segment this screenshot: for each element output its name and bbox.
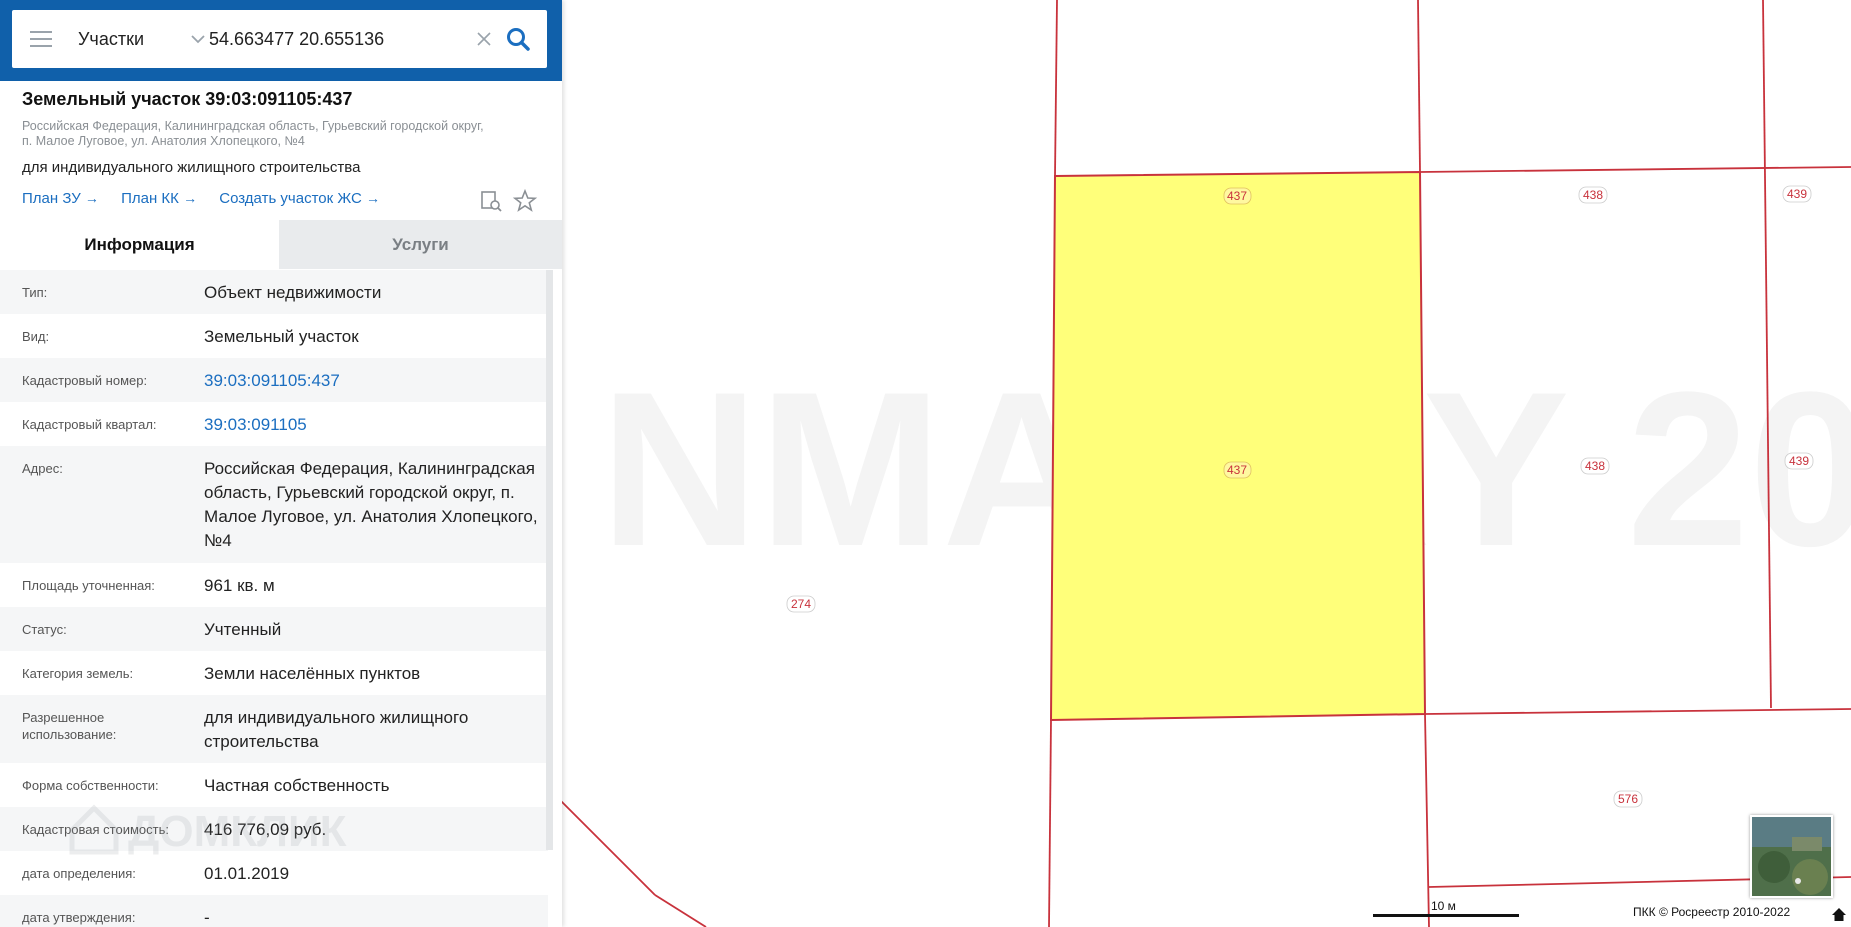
detail-value: Объект недвижимости — [204, 283, 382, 302]
document-search-icon[interactable] — [478, 188, 504, 214]
detail-key: Вид: — [22, 329, 50, 344]
map-copyright: ПКК © Росреестр 2010-2022 — [1633, 905, 1791, 919]
detail-key: Кадастровый квартал: — [22, 417, 157, 432]
parcel-label-437-center: 437 — [1223, 461, 1252, 479]
parcel-label-439-top: 439 — [1782, 185, 1812, 203]
plan-kk-link[interactable]: План КК → — [121, 190, 197, 207]
satellite-thumbnail-icon — [1752, 817, 1831, 896]
parcel-label-438-center: 438 — [1580, 457, 1610, 475]
parcel-label-438-top: 438 — [1578, 186, 1608, 204]
svg-text:576: 576 — [1618, 792, 1638, 806]
create-zs-link[interactable]: Создать участок ЖС → — [219, 190, 380, 207]
detail-value: 01.01.2019 — [204, 864, 290, 883]
panel-scrollbar[interactable] — [546, 270, 553, 850]
svg-text:437: 437 — [1227, 463, 1247, 477]
tab-services[interactable]: Услуги — [279, 220, 562, 269]
detail-value: Российская Федерация, Калининградская об… — [204, 459, 538, 550]
parcel-label-439-center: 439 — [1784, 452, 1814, 470]
parcel-label-274: 274 — [786, 595, 816, 613]
detail-key: Площадь уточненная: — [22, 578, 155, 593]
svg-text:439: 439 — [1789, 454, 1809, 468]
svg-text:437: 437 — [1227, 189, 1247, 203]
detail-value: для индивидуального жилищного строительс… — [204, 708, 469, 751]
object-use: для индивидуального жилищного строительс… — [22, 159, 361, 176]
satellite-minimap-button[interactable] — [1750, 815, 1833, 898]
selected-parcel[interactable] — [1049, 170, 1427, 722]
detail-value: - — [204, 908, 210, 927]
plan-kk-label: План КК — [121, 190, 179, 207]
parcel-label-576: 576 — [1613, 790, 1643, 808]
home-icon[interactable] — [1831, 906, 1847, 922]
chevron-down-icon — [191, 35, 205, 44]
detail-row-permitted-use: Разрешенное использование: для индивидуа… — [0, 695, 548, 763]
detail-row-kind: Вид: Земельный участок — [0, 314, 548, 358]
clear-icon[interactable] — [474, 29, 494, 49]
detail-key: Адрес: — [22, 461, 63, 476]
object-address-line1: Российская Федерация, Калининградская об… — [22, 119, 484, 133]
star-icon[interactable] — [512, 188, 538, 214]
detail-row-cad-num: Кадастровый номер: 39:03:091105:437 — [0, 358, 548, 402]
svg-text:439: 439 — [1787, 187, 1807, 201]
search-bar: Участки 54.663477 20.655136 — [0, 0, 562, 81]
detail-row-type: Тип: Объект недвижимости — [0, 270, 548, 314]
object-address-line2: п. Малое Луговое, ул. Анатолия Хлопецког… — [22, 134, 305, 148]
layer-dropdown[interactable]: Участки — [78, 27, 213, 51]
detail-key: дата утверждения: — [22, 910, 136, 925]
detail-key: Тип: — [22, 285, 48, 300]
parcel-label-437-top: 437 — [1223, 187, 1252, 205]
search-input[interactable]: 54.663477 20.655136 — [209, 27, 384, 51]
info-panel: Участки 54.663477 20.655136 Земельный уч… — [0, 0, 562, 927]
detail-row-area: Площадь уточненная: 961 кв. м — [0, 563, 548, 607]
detail-key: Разрешенное использование: — [22, 710, 117, 742]
detail-key: Кадастровый номер: — [22, 373, 148, 388]
plan-zu-link[interactable]: План ЗУ → — [22, 190, 99, 207]
detail-value: Учтенный — [204, 620, 282, 639]
svg-text:ДОМКЛИК: ДОМКЛИК — [128, 807, 347, 856]
svg-text:438: 438 — [1583, 188, 1603, 202]
detail-row-category: Категория земель: Земли населённых пункт… — [0, 651, 548, 695]
detail-value: Земли населённых пунктов — [204, 664, 421, 683]
search-box: Участки 54.663477 20.655136 — [12, 10, 547, 68]
object-title: Земельный участок 39:03:091105:437 — [22, 89, 353, 109]
plan-zu-label: План ЗУ — [22, 190, 81, 207]
cadastral-block-link[interactable]: 39:03:091105 — [204, 413, 539, 437]
svg-text:274: 274 — [791, 597, 811, 611]
panel-tabs: Информация Услуги — [0, 220, 562, 269]
menu-icon[interactable] — [30, 31, 52, 47]
detail-value: 961 кв. м — [204, 576, 275, 595]
arrow-right-icon: → — [84, 190, 99, 206]
cadastral-number-link[interactable]: 39:03:091105:437 — [204, 369, 539, 393]
arrow-right-icon: → — [183, 190, 198, 206]
arrow-right-icon: → — [366, 190, 381, 206]
create-zs-label: Создать участок ЖС — [219, 190, 362, 207]
object-address: Российская Федерация, Калининградская об… — [22, 119, 542, 149]
detail-row-address: Адрес: Российская Федерация, Калининград… — [0, 446, 548, 563]
detail-row-date-approved: дата утверждения: - — [0, 895, 548, 927]
object-links: План ЗУ → План КК → Создать участок ЖС → — [22, 190, 398, 212]
detail-key: Статус: — [22, 622, 67, 637]
detail-key: дата определения: — [22, 866, 136, 881]
map-scale-bar: 10 м — [1373, 899, 1519, 917]
tab-info[interactable]: Информация — [0, 220, 279, 269]
detail-row-cad-block: Кадастровый квартал: 39:03:091105 — [0, 402, 548, 446]
domclick-watermark-logo: ДОМКЛИК — [69, 804, 347, 856]
search-icon[interactable] — [504, 25, 532, 53]
svg-text:438: 438 — [1585, 459, 1605, 473]
layer-dropdown-label: Участки — [78, 29, 144, 49]
detail-key: Категория земель: — [22, 666, 134, 681]
detail-row-status: Статус: Учтенный — [0, 607, 548, 651]
scale-label: 10 м — [1431, 899, 1456, 913]
detail-value: Земельный участок — [204, 327, 359, 346]
